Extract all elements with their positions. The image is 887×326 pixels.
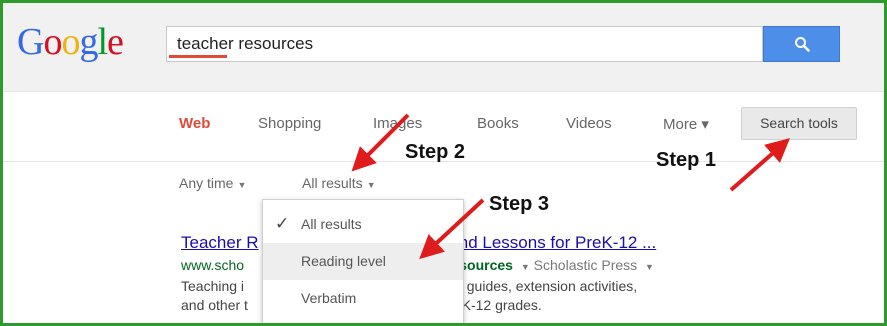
annotation-arrows (351, 113, 791, 260)
arrow-step-2 (351, 113, 410, 172)
arrow-step-1 (729, 138, 791, 192)
arrow-step-3 (419, 198, 485, 260)
screenshot-frame: Google teacher resources Web Shopping Im… (0, 0, 887, 326)
